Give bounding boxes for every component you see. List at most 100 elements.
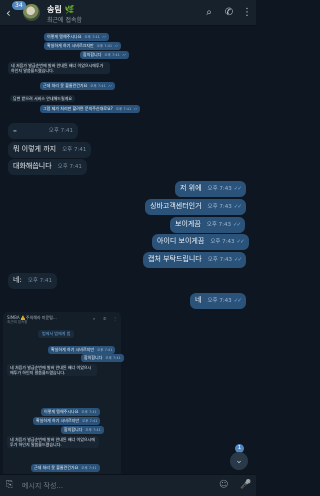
chat-header: ‹ 34 송림 🌿 최근에 접속함 ⌕ ✆ ⋮ <box>0 0 256 26</box>
message-bubble[interactable]: 확실하게 하기 시비르끄지만 오후 7:41 ✓✓ <box>44 42 121 50</box>
message-bubble: 이렇게 맹해주시나요 오후 7:41 <box>41 408 100 416</box>
message-text: 확실하게 하기 시비르지만 <box>51 347 95 352</box>
message-bubble[interactable]: 합의합니다 오후 7:41 ✓✓ <box>80 51 129 59</box>
message-time: 오후 7:41 <box>96 44 113 48</box>
message-time: 오후 7:41 <box>27 278 53 284</box>
message-bubble[interactable]: 뭐 이렇게 까지 오후 7:41 <box>8 142 92 158</box>
message-bubble[interactable]: 아이디 보이게끔 오후 7:43 ✓✓ <box>152 234 249 250</box>
message-text: 근데 처리 못 볼줄란건가요 <box>34 465 79 470</box>
message-bubble[interactable]: ▬ 오후 7:41 <box>8 123 79 139</box>
message-bubble: 네 처음가 발급순번에 발바 안내된 배너 이었으시에투가 하인지 말씀을드렸습… <box>7 436 99 448</box>
message-text: 그럼 제가 처리만 할려면 문의주신대로요? <box>43 106 113 111</box>
message-bubble: 네 처음가 발급순번에 발바 안내된 배너 이었으시에투가 하인지 말씀을드렸습… <box>7 364 97 376</box>
message-bubble[interactable]: 네 오후 7:43 ✓✓ <box>190 293 246 309</box>
screenshot-image[interactable]: SIMBA ⚠️주의해라 미운털... 최근에 접속함 ⌕ ✆ ⋮ 법에서 법에… <box>3 312 124 477</box>
message-input[interactable]: 메시지 작성... <box>22 479 212 493</box>
message-time: 오후 7:41 <box>48 128 74 134</box>
message-bubble: 합의합니다 오후 7:41 <box>61 426 104 434</box>
message-time: 오후 7:41 <box>90 84 106 88</box>
message-time: 오후 7:41 <box>62 147 87 153</box>
message-time: 오후 7:41 <box>115 107 132 111</box>
phone-icon: ✆ <box>103 316 107 321</box>
message-time: 오후 7:43 <box>207 298 232 304</box>
double-check-icon: ✓✓ <box>236 239 245 245</box>
search-icon[interactable]: ⌕ <box>203 7 215 19</box>
message-time: 오후 7:43 <box>210 239 235 245</box>
double-check-icon: ✓✓ <box>233 298 242 304</box>
message-text: 합의합니다 <box>64 427 83 432</box>
message-text: 네 처음가 발급순번에 발바 안내된 배너 이었으시에투가 하인지 말씀을드렸습… <box>10 437 95 447</box>
double-check-icon: ✓✓ <box>233 204 242 210</box>
message-time: 오후 7:43 <box>207 186 232 192</box>
message-text: 합의합니다 <box>84 355 103 360</box>
message-bubble: 확실하게 하기 시비르지만 오후 7:41 <box>33 417 101 425</box>
message-time: 오후 7:41 <box>97 348 113 352</box>
message-bubble[interactable]: 네: 오후 7:41 <box>8 273 58 289</box>
message-text: 네 <box>195 296 202 304</box>
message-time: 오후 7:41 <box>57 164 82 170</box>
message-text: 아이디 보이게끔 <box>157 237 205 245</box>
message-time: 오후 7:41 <box>105 356 121 360</box>
message-text: 대화해씁니다 <box>13 162 52 170</box>
message-text: 네: <box>13 276 22 284</box>
embedded-chat-status: 최근에 접속함 <box>7 320 28 324</box>
message-text: 저 위에 <box>180 184 202 192</box>
message-text: 이렇게 맹해주시나요 <box>47 34 82 39</box>
message-text: 캡처 부탁드립니다 <box>148 255 202 263</box>
message-bubble[interactable]: 싱바고객센터인거 오후 7:43 ✓✓ <box>145 199 246 215</box>
message-time: 오후 7:41 <box>85 428 101 432</box>
message-text: 답변 받으려 서비스 안내해드릴게요 <box>13 96 73 101</box>
embedded-pinned-pill: 법에서 법에게 법 <box>38 330 75 338</box>
message-bubble[interactable]: 캡처 부탁드립니다 오후 7:43 ✓✓ <box>143 252 247 268</box>
chat-title[interactable]: 송림 🌿 <box>47 4 74 15</box>
message-bubble: 근데 처리 못 볼줄란건가요 오후 7:41 <box>31 464 100 472</box>
sticker-icon[interactable]: ☺ <box>219 480 228 490</box>
last-seen-status: 최근에 접속함 <box>47 17 83 24</box>
message-text: 합의합니다 <box>83 52 102 57</box>
message-time: 오후 7:43 <box>207 257 232 263</box>
microphone-icon[interactable]: 🎤 <box>240 480 251 490</box>
message-text: 근데 처리 못 볼줄란건가요 <box>43 83 88 88</box>
message-time: 오후 7:43 <box>207 204 232 210</box>
message-time: 오후 7:41 <box>84 35 100 39</box>
message-text: 확실하게 하기 시비르끄지만 <box>47 43 94 48</box>
double-check-icon: ✓✓ <box>121 53 127 57</box>
message-bubble[interactable]: 보이게끔 오후 7:43 ✓✓ <box>170 217 246 233</box>
more-vertical-icon: ⋮ <box>113 316 117 321</box>
media-placeholder-icon: ▬ <box>13 128 17 133</box>
double-check-icon: ✓✓ <box>233 186 242 192</box>
chevron-down-icon[interactable]: ⌄ <box>230 452 248 470</box>
message-bubble[interactable]: 대화해씁니다 오후 7:41 <box>8 159 87 175</box>
message-time: 오후 7:41 <box>104 53 120 57</box>
message-text: 이렇게 맹해주시나요 <box>44 409 79 414</box>
message-bubble: 합의합니다 오후 7:41 <box>81 354 124 362</box>
avatar[interactable] <box>23 4 40 21</box>
phone-icon[interactable]: ✆ <box>223 7 235 19</box>
double-check-icon: ✓✓ <box>233 222 241 228</box>
message-time: 오후 7:43 <box>206 222 231 228</box>
message-bubble[interactable]: 이렇게 맹해주시나요 오후 7:41 ✓✓ <box>44 33 109 41</box>
message-bubble[interactable]: 그럼 제가 처리만 할려면 문의주신대로요? 오후 7:41 ✓✓ <box>40 105 141 113</box>
double-check-icon: ✓✓ <box>101 35 107 39</box>
paperclip-icon[interactable]: ⎘ <box>6 480 13 490</box>
message-text: 뭐 이렇게 까지 <box>13 145 57 153</box>
message-text: 네 처음가 발급순번에 발바 안내된 배너 이었으시에투가 하인지 말씀을드렸습… <box>10 365 92 375</box>
message-bubble[interactable]: 저 위에 오후 7:43 ✓✓ <box>175 181 246 197</box>
message-bubble[interactable]: 답변 받으려 서비스 안내해드릴게요 <box>10 95 76 102</box>
message-time: 오후 7:41 <box>82 419 98 423</box>
message-time: 오후 7:41 <box>81 410 97 414</box>
search-icon: ⌕ <box>93 316 96 321</box>
message-time: 오후 7:41 <box>81 466 97 470</box>
message-composer: ⎘ 메시지 작성... ☺ 🎤 <box>0 474 256 496</box>
message-bubble[interactable]: 네 처음가 발급순번에 발바 안내된 배너 이었으시에투가 하인지 말씀을드렸습… <box>8 62 110 74</box>
double-check-icon: ✓✓ <box>114 44 119 48</box>
message-bubble[interactable]: 근데 처리 못 볼줄란건가요 오후 7:41 ✓✓ <box>40 82 115 90</box>
more-vertical-icon[interactable]: ⋮ <box>241 7 253 19</box>
message-text: 싱바고객센터인거 <box>150 202 202 210</box>
message-text: 확실하게 하기 시비르지만 <box>36 418 80 423</box>
double-check-icon: ✓✓ <box>107 84 113 88</box>
message-bubble: 확실하게 하기 시비르지만 오후 7:41 <box>48 346 116 354</box>
double-check-icon: ✓✓ <box>133 107 138 111</box>
message-text: 네 처음가 발급순번에 발바 안내된 배너 이었으시에투가 하인지 말씀을드렸습… <box>11 63 104 73</box>
message-text: 보이게끔 <box>175 220 201 228</box>
